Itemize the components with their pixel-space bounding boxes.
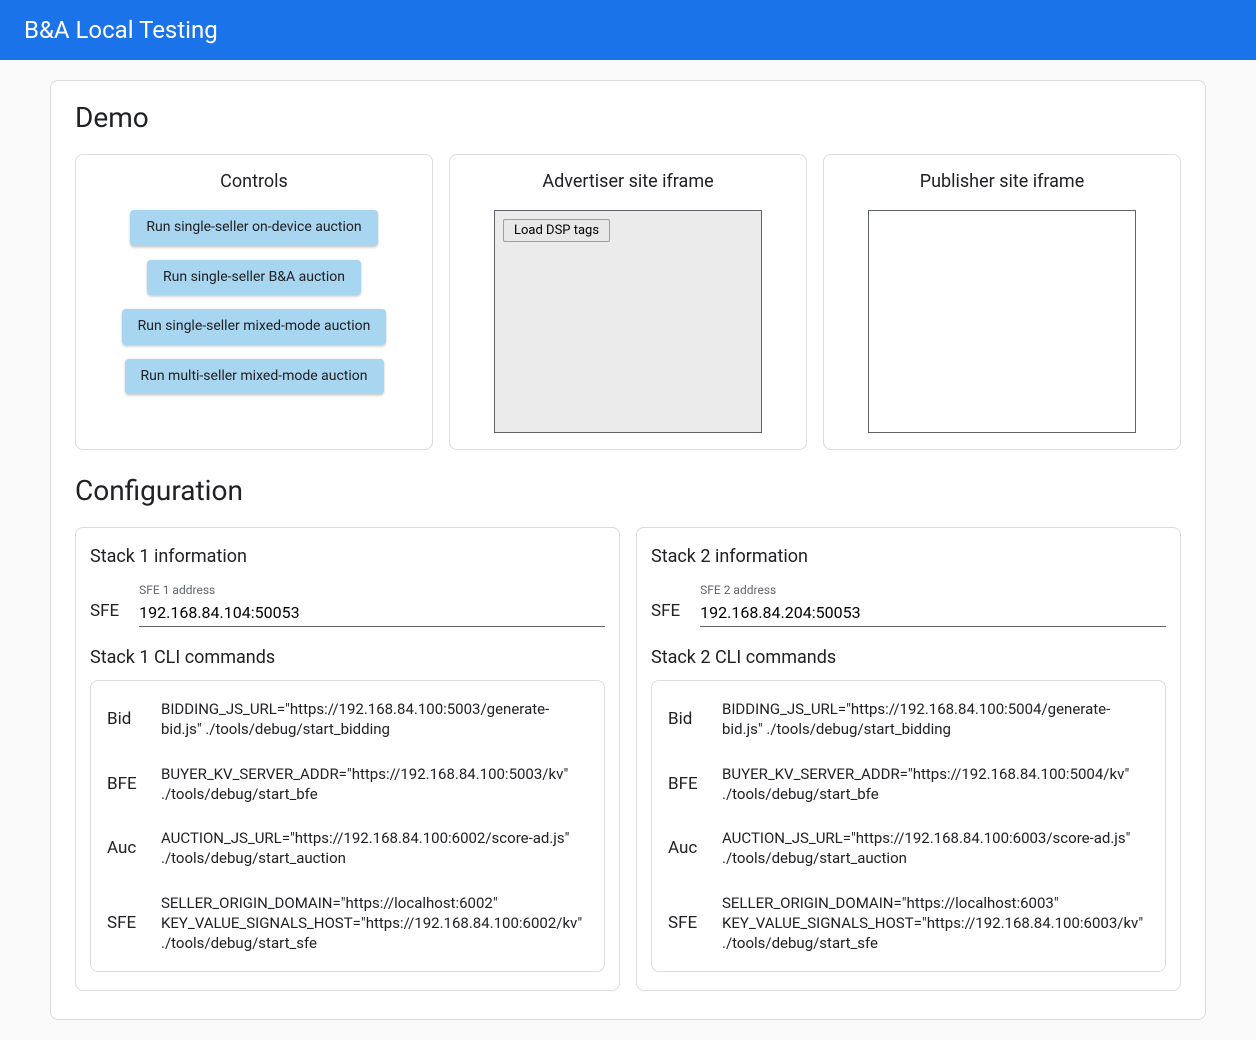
- stack-1-cli-bid-cmd: BIDDING_JS_URL="https://192.168.84.100:5…: [161, 699, 588, 740]
- advertiser-iframe: Load DSP tags: [494, 210, 762, 433]
- stack-2-cli-bid-cmd: BIDDING_JS_URL="https://192.168.84.100:5…: [722, 699, 1149, 740]
- stack-1-address-group: SFE 1 address: [139, 583, 605, 627]
- run-single-seller-on-device-button[interactable]: Run single-seller on-device auction: [130, 210, 377, 246]
- stack-2-cli-auc-cmd: AUCTION_JS_URL="https://192.168.84.100:6…: [722, 828, 1149, 869]
- stack-2-cli-bfe-cmd: BUYER_KV_SERVER_ADDR="https://192.168.84…: [722, 764, 1149, 805]
- publisher-iframe: [868, 210, 1136, 433]
- stack-1-cli-title: Stack 1 CLI commands: [90, 647, 605, 668]
- controls-panel: Controls Run single-seller on-device auc…: [75, 154, 433, 450]
- demo-section-title: Demo: [75, 101, 1181, 134]
- stack-1-cli-auc-label: Auc: [107, 838, 139, 858]
- sfe-1-address-input[interactable]: [139, 599, 605, 627]
- stack-1-cli-auc-cmd: AUCTION_JS_URL="https://192.168.84.100:6…: [161, 828, 588, 869]
- main-content: Demo Controls Run single-seller on-devic…: [0, 60, 1256, 1040]
- stack-2-address-group: SFE 2 address: [700, 583, 1166, 627]
- stack-1-cli-sfe-label: SFE: [107, 913, 139, 933]
- stack-2-title: Stack 2 information: [651, 546, 1166, 567]
- stack-2-sfe-row: SFE SFE 2 address: [651, 583, 1166, 627]
- stack-1-address-label: SFE 1 address: [139, 583, 605, 597]
- config-row: Stack 1 information SFE SFE 1 address St…: [75, 527, 1181, 991]
- stack-1-cli-bfe-label: BFE: [107, 774, 139, 794]
- stack-1-title: Stack 1 information: [90, 546, 605, 567]
- config-section-title: Configuration: [75, 474, 1181, 507]
- stack-2-cli-auc-label: Auc: [668, 838, 700, 858]
- stack-1-cli-sfe-cmd: SELLER_ORIGIN_DOMAIN="https://localhost:…: [161, 893, 588, 954]
- load-dsp-tags-button[interactable]: Load DSP tags: [503, 219, 610, 242]
- stack-2-cli-bfe-row: BFE BUYER_KV_SERVER_ADDR="https://192.16…: [668, 752, 1149, 817]
- publisher-title: Publisher site iframe: [840, 171, 1164, 192]
- stack-2-cli-bid-label: Bid: [668, 709, 700, 729]
- stack-2-cli-sfe-label: SFE: [668, 913, 700, 933]
- stack-1-cli-card: Bid BIDDING_JS_URL="https://192.168.84.1…: [90, 680, 605, 972]
- stack-1-cli-auc-row: Auc AUCTION_JS_URL="https://192.168.84.1…: [107, 816, 588, 881]
- advertiser-panel: Advertiser site iframe Load DSP tags: [449, 154, 807, 450]
- main-card: Demo Controls Run single-seller on-devic…: [50, 80, 1206, 1020]
- run-single-seller-ba-button[interactable]: Run single-seller B&A auction: [147, 260, 361, 296]
- stack-1-sfe-row: SFE SFE 1 address: [90, 583, 605, 627]
- app-header: B&A Local Testing: [0, 0, 1256, 60]
- stack-2-cli-card: Bid BIDDING_JS_URL="https://192.168.84.1…: [651, 680, 1166, 972]
- stack-1-sfe-label: SFE: [90, 601, 119, 627]
- demo-row: Controls Run single-seller on-device auc…: [75, 154, 1181, 450]
- stack-2-cli-title: Stack 2 CLI commands: [651, 647, 1166, 668]
- run-single-seller-mixed-button[interactable]: Run single-seller mixed-mode auction: [122, 309, 387, 345]
- publisher-panel: Publisher site iframe: [823, 154, 1181, 450]
- stack-1-cli-bfe-cmd: BUYER_KV_SERVER_ADDR="https://192.168.84…: [161, 764, 588, 805]
- stack-1-card: Stack 1 information SFE SFE 1 address St…: [75, 527, 620, 991]
- controls-buttons: Run single-seller on-device auction Run …: [92, 210, 416, 394]
- stack-2-cli-sfe-row: SFE SELLER_ORIGIN_DOMAIN="https://localh…: [668, 881, 1149, 966]
- stack-1-cli-sfe-row: SFE SELLER_ORIGIN_DOMAIN="https://localh…: [107, 881, 588, 966]
- stack-2-cli-sfe-cmd: SELLER_ORIGIN_DOMAIN="https://localhost:…: [722, 893, 1149, 954]
- run-multi-seller-mixed-button[interactable]: Run multi-seller mixed-mode auction: [125, 359, 384, 395]
- stack-2-sfe-label: SFE: [651, 601, 680, 627]
- stack-2-cli-bfe-label: BFE: [668, 774, 700, 794]
- stack-1-cli-bid-row: Bid BIDDING_JS_URL="https://192.168.84.1…: [107, 687, 588, 752]
- stack-2-cli-auc-row: Auc AUCTION_JS_URL="https://192.168.84.1…: [668, 816, 1149, 881]
- controls-title: Controls: [92, 171, 416, 192]
- stack-2-cli-bid-row: Bid BIDDING_JS_URL="https://192.168.84.1…: [668, 687, 1149, 752]
- app-title: B&A Local Testing: [24, 16, 218, 44]
- stack-2-card: Stack 2 information SFE SFE 2 address St…: [636, 527, 1181, 991]
- stack-2-address-label: SFE 2 address: [700, 583, 1166, 597]
- stack-1-cli-bfe-row: BFE BUYER_KV_SERVER_ADDR="https://192.16…: [107, 752, 588, 817]
- stack-1-cli-bid-label: Bid: [107, 709, 139, 729]
- sfe-2-address-input[interactable]: [700, 599, 1166, 627]
- advertiser-title: Advertiser site iframe: [466, 171, 790, 192]
